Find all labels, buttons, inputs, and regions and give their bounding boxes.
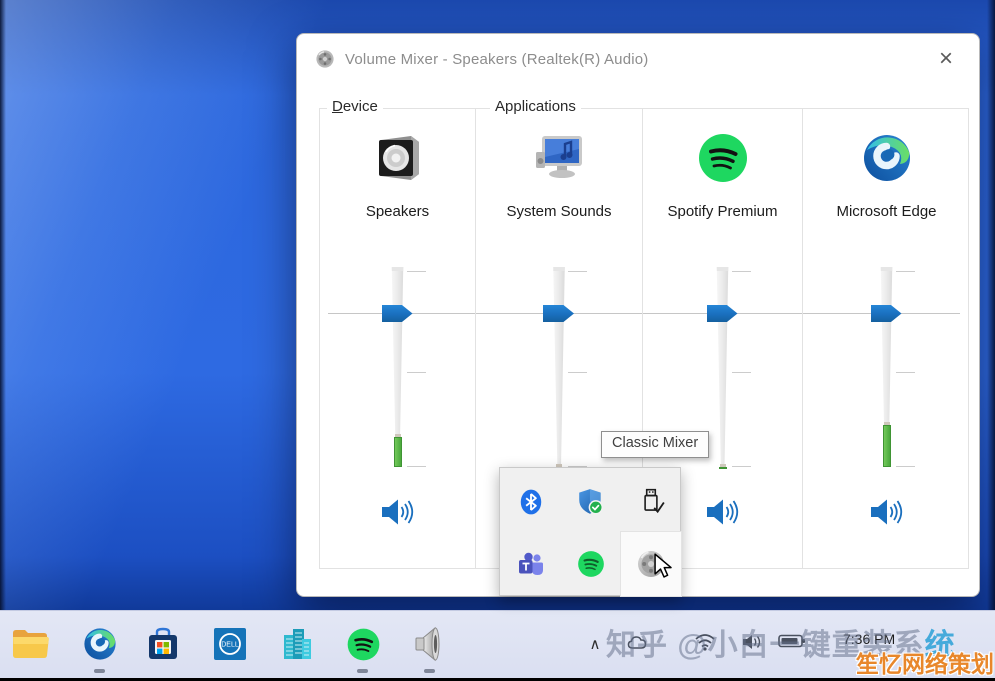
tray-overflow-flyout xyxy=(499,467,681,596)
volume-slider[interactable] xyxy=(320,267,475,467)
tray-item-microsoft-teams[interactable] xyxy=(501,532,561,595)
peak-meter xyxy=(883,425,891,467)
speaker-tray-icon[interactable] xyxy=(742,633,762,651)
speaker-volume-icon xyxy=(706,498,740,526)
taskbar-item-spotify[interactable] xyxy=(343,624,383,664)
slider-tick xyxy=(896,466,915,467)
mute-button[interactable] xyxy=(704,497,742,529)
running-indicator xyxy=(424,669,435,673)
peak-meter xyxy=(394,437,402,467)
dell-icon: DELL xyxy=(212,626,248,662)
microsoft-store-icon xyxy=(145,626,181,662)
tray-item-windows-security[interactable] xyxy=(561,470,621,533)
app-name: Microsoft Edge xyxy=(803,203,970,220)
windows-security-shield-icon xyxy=(576,487,606,517)
mute-button[interactable] xyxy=(868,497,906,529)
close-button[interactable]: × xyxy=(931,44,961,74)
tray-item-spotify[interactable] xyxy=(561,532,621,595)
speaker-volume-icon xyxy=(381,498,415,526)
titlebar[interactable]: Volume Mixer - Speakers (Realtek(R) Audi… xyxy=(297,34,979,84)
slider-tick xyxy=(732,466,751,467)
slider-track[interactable] xyxy=(550,267,568,467)
svg-text:DELL: DELL xyxy=(221,642,239,649)
slider-thumb[interactable] xyxy=(543,305,574,322)
taskbar-item-software-tower[interactable] xyxy=(277,624,317,664)
slider-thumb[interactable] xyxy=(707,305,738,322)
app-name: Speakers xyxy=(320,203,475,220)
edge-icon xyxy=(860,130,914,186)
screen: Volume Mixer - Speakers (Realtek(R) Audi… xyxy=(0,0,995,681)
taskbar-item-microsoft-store[interactable] xyxy=(143,624,183,664)
speaker-box-icon xyxy=(371,130,425,186)
slider-tick xyxy=(732,271,751,272)
spotify-icon xyxy=(345,626,382,663)
slider-tick xyxy=(568,372,587,373)
running-indicator xyxy=(357,669,368,673)
slider-tick xyxy=(568,271,587,272)
mute-button[interactable] xyxy=(379,497,417,529)
slider-track[interactable] xyxy=(714,267,732,467)
taskbar-item-file-explorer[interactable] xyxy=(10,624,50,664)
app-name: System Sounds xyxy=(476,203,642,220)
wifi-icon[interactable] xyxy=(694,633,716,651)
bluetooth-icon xyxy=(517,488,545,516)
slider-thumb[interactable] xyxy=(382,305,413,322)
slider-tick xyxy=(407,271,426,272)
tray-item-safely-remove-hardware[interactable] xyxy=(621,470,681,533)
volume-slider[interactable] xyxy=(803,267,970,467)
system-sounds-icon xyxy=(532,130,586,186)
taskbar-item-volume-mixer[interactable] xyxy=(410,624,450,664)
peak-meter xyxy=(719,467,727,469)
speaker-volume-icon xyxy=(870,498,904,526)
buildings-icon xyxy=(279,626,315,662)
slider-tick xyxy=(896,372,915,373)
taskbar-item-dell[interactable]: DELL xyxy=(210,624,250,664)
mouse-cursor xyxy=(651,553,675,579)
running-indicator xyxy=(94,669,105,673)
taskbar-item-microsoft-edge[interactable] xyxy=(80,624,120,664)
slider-tick xyxy=(407,466,426,467)
app-name: Spotify Premium xyxy=(643,203,802,220)
tooltip-classic-mixer: Classic Mixer xyxy=(601,431,709,458)
slider-tick xyxy=(896,271,915,272)
hidden-icons-chevron[interactable]: ∧ xyxy=(582,631,608,657)
slider-tick xyxy=(407,372,426,373)
window-title: Volume Mixer - Speakers (Realtek(R) Audi… xyxy=(345,51,649,68)
taskbar-clock[interactable]: 7:36 PM xyxy=(843,631,895,647)
cloud-icon[interactable] xyxy=(626,633,650,651)
mixer-column-speakers: Speakers xyxy=(320,109,475,568)
taskbar: DELL xyxy=(0,610,995,678)
spotify-icon xyxy=(576,549,606,579)
spotify-icon xyxy=(696,130,750,186)
mixer-column-edge: Microsoft Edge xyxy=(803,109,970,568)
speaker-icon xyxy=(411,625,449,663)
tray-item-bluetooth[interactable] xyxy=(501,470,561,533)
battery-icon[interactable] xyxy=(778,633,806,649)
volume-mixer-app-icon xyxy=(315,49,335,69)
slider-tick xyxy=(732,372,751,373)
usb-eject-icon xyxy=(636,487,666,517)
microsoft-teams-icon xyxy=(517,550,545,578)
edge-icon xyxy=(81,625,119,663)
slider-thumb[interactable] xyxy=(871,305,902,322)
file-explorer-icon xyxy=(11,627,49,661)
